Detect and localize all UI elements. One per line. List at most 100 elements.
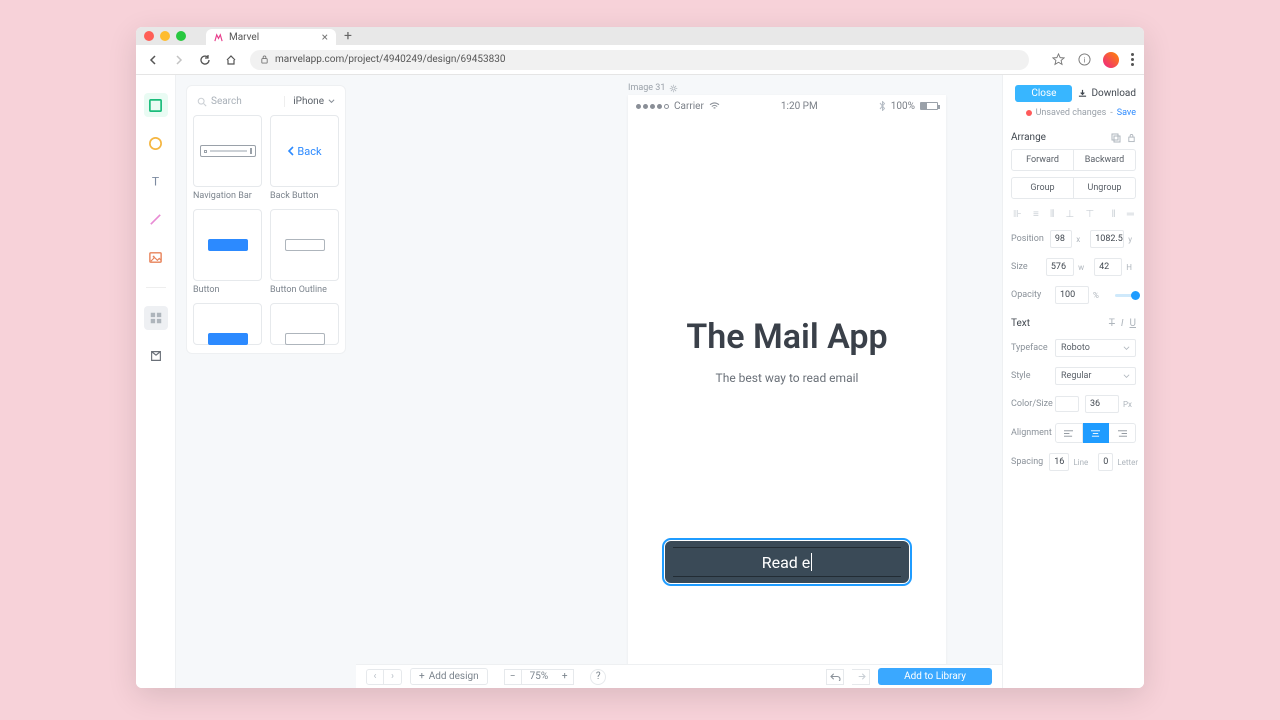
next-page-button[interactable]: ›: [384, 669, 402, 685]
italic-icon[interactable]: I: [1121, 318, 1124, 329]
traffic-lights: [144, 31, 186, 41]
align-distribute-icons[interactable]: ⊪≡⫴⊥⊤‖═: [1011, 209, 1136, 220]
align-right-button[interactable]: [1109, 423, 1136, 443]
chevron-down-icon: [328, 98, 335, 105]
lock-icon[interactable]: [1127, 133, 1136, 143]
signal-icon: [636, 104, 669, 109]
forward-icon[interactable]: [172, 53, 186, 67]
save-link[interactable]: Save: [1117, 108, 1136, 118]
close-button[interactable]: Close: [1015, 85, 1072, 102]
duplicate-icon[interactable]: [1111, 133, 1121, 143]
components-tool[interactable]: [144, 306, 168, 330]
ungroup-button[interactable]: Ungroup: [1074, 177, 1136, 199]
url-text: marvelapp.com/project/4940249/design/694…: [275, 54, 506, 65]
device-frame[interactable]: Carrier 1:20 PM 100% The Mail App The be…: [628, 95, 946, 665]
download-button[interactable]: Download: [1078, 88, 1136, 99]
redo-button[interactable]: [852, 669, 870, 685]
tool-rail: T: [136, 75, 176, 688]
reload-icon[interactable]: [198, 53, 212, 67]
align-left-button[interactable]: [1055, 423, 1083, 443]
component-back-button[interactable]: Back Back Button: [270, 115, 339, 201]
browser-tab[interactable]: Marvel ×: [206, 29, 336, 45]
maximize-window-button[interactable]: [176, 31, 186, 41]
component-navigation-bar[interactable]: Navigation Bar: [193, 115, 262, 201]
forward-button[interactable]: Forward: [1011, 149, 1074, 171]
text-tool[interactable]: T: [144, 169, 168, 193]
unsaved-indicator: Unsaved changes - Save: [1011, 108, 1136, 118]
star-icon[interactable]: [1051, 53, 1065, 67]
properties-panel: Close Download Unsaved changes - Save Ar…: [1002, 75, 1144, 688]
chevron-down-icon: [1123, 373, 1130, 380]
image-tool[interactable]: [144, 245, 168, 269]
opacity-input[interactable]: 100: [1055, 286, 1089, 304]
component-partial-2[interactable]: [270, 303, 339, 345]
battery-pct: 100%: [891, 101, 915, 112]
time-label: 1:20 PM: [781, 101, 818, 112]
add-to-library-button[interactable]: Add to Library: [878, 668, 992, 685]
address-bar[interactable]: marvelapp.com/project/4940249/design/694…: [250, 50, 1029, 70]
svg-text:T: T: [152, 174, 159, 188]
screen-title[interactable]: The Mail App: [628, 317, 946, 357]
marvel-favicon: [214, 33, 223, 42]
search-input[interactable]: Search: [197, 96, 278, 107]
bottom-bar: ‹ › + Add design − 75% + ? Add to Librar…: [356, 664, 1002, 688]
components-panel: Search iPhone Navigation Bar Back Back B…: [176, 75, 356, 688]
align-center-button[interactable]: [1083, 423, 1110, 443]
letter-spacing-input[interactable]: 0: [1098, 453, 1113, 471]
browser-window: Marvel × + marvelapp.com/project/4940249…: [136, 27, 1144, 688]
component-button[interactable]: Button: [193, 209, 262, 295]
screen-subtitle[interactable]: The best way to read email: [628, 371, 946, 385]
home-icon[interactable]: [224, 53, 238, 67]
info-icon[interactable]: i: [1077, 53, 1091, 67]
help-button[interactable]: ?: [590, 669, 606, 685]
zoom-out-button[interactable]: −: [504, 669, 522, 685]
add-design-button[interactable]: + Add design: [410, 668, 488, 685]
wifi-icon: [709, 102, 720, 111]
minimize-window-button[interactable]: [160, 31, 170, 41]
circle-tool[interactable]: [144, 131, 168, 155]
component-partial-1[interactable]: [193, 303, 262, 345]
tab-strip: Marvel × +: [136, 27, 1144, 45]
battery-icon: [920, 102, 938, 110]
design-app: T Search iPhone: [136, 75, 1144, 688]
position-x-input[interactable]: 98: [1050, 230, 1072, 248]
new-tab-button[interactable]: +: [344, 28, 352, 44]
line-tool[interactable]: [144, 207, 168, 231]
prev-page-button[interactable]: ‹: [366, 669, 384, 685]
library-tool[interactable]: [144, 344, 168, 368]
style-select[interactable]: Regular: [1055, 367, 1136, 385]
layer-label[interactable]: Image 31: [628, 83, 678, 93]
gear-icon[interactable]: [669, 84, 678, 93]
width-input[interactable]: 576: [1046, 258, 1074, 276]
opacity-slider[interactable]: [1115, 294, 1136, 297]
position-y-input[interactable]: 1082.5: [1090, 230, 1124, 248]
strikethrough-icon[interactable]: T: [1109, 318, 1115, 329]
typeface-select[interactable]: Roboto: [1055, 339, 1136, 357]
browser-toolbar: marvelapp.com/project/4940249/design/694…: [136, 45, 1144, 75]
close-tab-icon[interactable]: ×: [322, 30, 328, 44]
back-icon[interactable]: [146, 53, 160, 67]
component-button-outline[interactable]: Button Outline: [270, 209, 339, 295]
underline-icon[interactable]: U: [1130, 318, 1136, 329]
carrier-label: Carrier: [674, 101, 704, 112]
font-size-input[interactable]: 36: [1085, 395, 1119, 413]
rectangle-tool[interactable]: [144, 93, 168, 117]
group-button[interactable]: Group: [1011, 177, 1074, 199]
text-color-swatch[interactable]: [1055, 396, 1079, 412]
menu-icon[interactable]: [1131, 53, 1134, 66]
platform-select[interactable]: iPhone: [284, 96, 335, 107]
undo-button[interactable]: [826, 669, 844, 685]
zoom-in-button[interactable]: +: [556, 669, 574, 685]
close-window-button[interactable]: [144, 31, 154, 41]
canvas[interactable]: Image 31 Carrier 1:20 PM 100%: [356, 75, 1002, 688]
zoom-value[interactable]: 75%: [522, 669, 557, 685]
height-input[interactable]: 42: [1094, 258, 1122, 276]
profile-avatar[interactable]: [1103, 52, 1119, 68]
section-text: Text: [1011, 318, 1030, 329]
line-spacing-input[interactable]: 16: [1049, 453, 1069, 471]
svg-text:i: i: [1083, 55, 1085, 64]
cta-button[interactable]: Read e: [665, 541, 909, 583]
backward-button[interactable]: Backward: [1074, 149, 1136, 171]
status-bar: Carrier 1:20 PM 100%: [628, 95, 946, 117]
plus-icon: +: [419, 671, 425, 682]
